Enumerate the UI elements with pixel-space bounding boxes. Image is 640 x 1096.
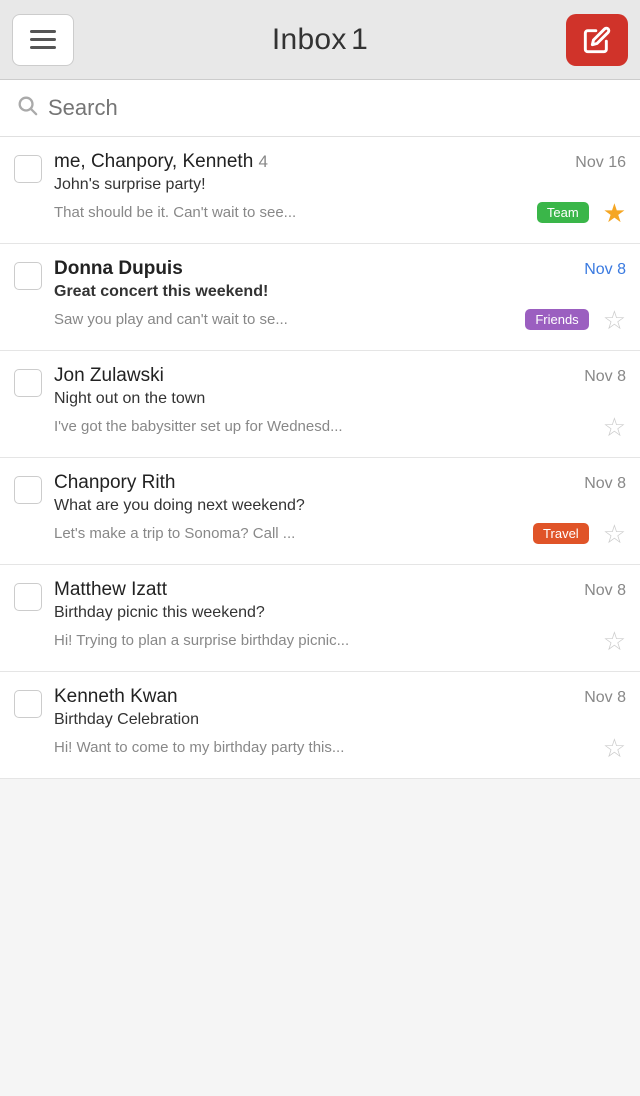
email-header-row: Matthew Izatt Nov 8	[54, 579, 626, 601]
email-preview: Hi! Trying to plan a surprise birthday p…	[54, 632, 589, 649]
preview-row: I've got the babysitter set up for Wedne…	[54, 410, 626, 443]
header-title-group: Inbox 1	[272, 23, 368, 57]
compose-button[interactable]	[566, 14, 628, 66]
inbox-title: Inbox	[272, 23, 347, 56]
preview-row: Hi! Trying to plan a surprise birthday p…	[54, 624, 626, 657]
preview-row: Hi! Want to come to my birthday party th…	[54, 731, 626, 764]
email-checkbox[interactable]	[14, 690, 42, 718]
email-item[interactable]: Donna Dupuis Nov 8 Great concert this we…	[0, 244, 640, 351]
email-date: Nov 8	[584, 368, 626, 386]
star-icon[interactable]: ☆	[603, 519, 626, 550]
email-item[interactable]: Matthew Izatt Nov 8 Birthday picnic this…	[0, 565, 640, 672]
email-preview: Saw you play and can't wait to se...	[54, 311, 517, 328]
email-date: Nov 8	[584, 582, 626, 600]
email-header-row: Chanpory Rith Nov 8	[54, 472, 626, 494]
email-subject: John's surprise party!	[54, 176, 626, 194]
email-list: me, Chanpory, Kenneth 4 Nov 16 John's su…	[0, 137, 640, 779]
menu-button[interactable]	[12, 14, 74, 66]
email-content: Matthew Izatt Nov 8 Birthday picnic this…	[54, 579, 626, 657]
email-checkbox[interactable]	[14, 155, 42, 183]
email-header-row: Donna Dupuis Nov 8	[54, 258, 626, 280]
email-preview: That should be it. Can't wait to see...	[54, 204, 529, 221]
email-subject: Great concert this weekend!	[54, 283, 626, 301]
sender-name: Chanpory Rith	[54, 472, 175, 494]
email-date: Nov 8	[584, 475, 626, 493]
email-date: Nov 16	[575, 154, 626, 172]
inbox-count: 1	[351, 23, 368, 56]
email-checkbox[interactable]	[14, 262, 42, 290]
email-header-row: me, Chanpory, Kenneth 4 Nov 16	[54, 151, 626, 173]
email-subject: Night out on the town	[54, 390, 626, 408]
star-icon[interactable]: ☆	[603, 305, 626, 336]
sender-name: Kenneth Kwan	[54, 686, 178, 708]
email-header-row: Kenneth Kwan Nov 8	[54, 686, 626, 708]
email-checkbox[interactable]	[14, 369, 42, 397]
email-tag: Friends	[525, 309, 588, 330]
email-preview: Let's make a trip to Sonoma? Call ...	[54, 525, 525, 542]
email-preview: I've got the babysitter set up for Wedne…	[54, 418, 589, 435]
compose-icon	[583, 26, 611, 54]
sender-name: me, Chanpory, Kenneth 4	[54, 151, 268, 173]
email-content: Chanpory Rith Nov 8 What are you doing n…	[54, 472, 626, 550]
email-item[interactable]: Chanpory Rith Nov 8 What are you doing n…	[0, 458, 640, 565]
email-header-row: Jon Zulawski Nov 8	[54, 365, 626, 387]
email-tag: Travel	[533, 523, 589, 544]
email-subject: Birthday Celebration	[54, 711, 626, 729]
star-icon[interactable]: ☆	[603, 626, 626, 657]
email-tag: Team	[537, 202, 589, 223]
email-date: Nov 8	[584, 689, 626, 707]
email-checkbox[interactable]	[14, 476, 42, 504]
sender-name: Donna Dupuis	[54, 258, 183, 280]
search-bar	[0, 80, 640, 137]
header: Inbox 1	[0, 0, 640, 80]
email-preview: Hi! Want to come to my birthday party th…	[54, 739, 589, 756]
hamburger-icon	[30, 30, 56, 49]
preview-row: Let's make a trip to Sonoma? Call ... Tr…	[54, 517, 626, 550]
preview-row: Saw you play and can't wait to se... Fri…	[54, 303, 626, 336]
email-date: Nov 8	[584, 261, 626, 279]
email-subject: Birthday picnic this weekend?	[54, 604, 626, 622]
email-checkbox[interactable]	[14, 583, 42, 611]
email-item[interactable]: Kenneth Kwan Nov 8 Birthday Celebration …	[0, 672, 640, 779]
star-icon[interactable]: ★	[603, 198, 626, 229]
email-content: Donna Dupuis Nov 8 Great concert this we…	[54, 258, 626, 336]
email-subject: What are you doing next weekend?	[54, 497, 626, 515]
email-item[interactable]: me, Chanpory, Kenneth 4 Nov 16 John's su…	[0, 137, 640, 244]
search-input[interactable]	[48, 95, 624, 121]
email-content: Kenneth Kwan Nov 8 Birthday Celebration …	[54, 686, 626, 764]
sender-name: Matthew Izatt	[54, 579, 167, 601]
preview-row: That should be it. Can't wait to see... …	[54, 196, 626, 229]
email-item[interactable]: Jon Zulawski Nov 8 Night out on the town…	[0, 351, 640, 458]
email-content: me, Chanpory, Kenneth 4 Nov 16 John's su…	[54, 151, 626, 229]
sender-name: Jon Zulawski	[54, 365, 164, 387]
star-icon[interactable]: ☆	[603, 733, 626, 764]
star-icon[interactable]: ☆	[603, 412, 626, 443]
email-content: Jon Zulawski Nov 8 Night out on the town…	[54, 365, 626, 443]
search-icon	[16, 94, 38, 122]
